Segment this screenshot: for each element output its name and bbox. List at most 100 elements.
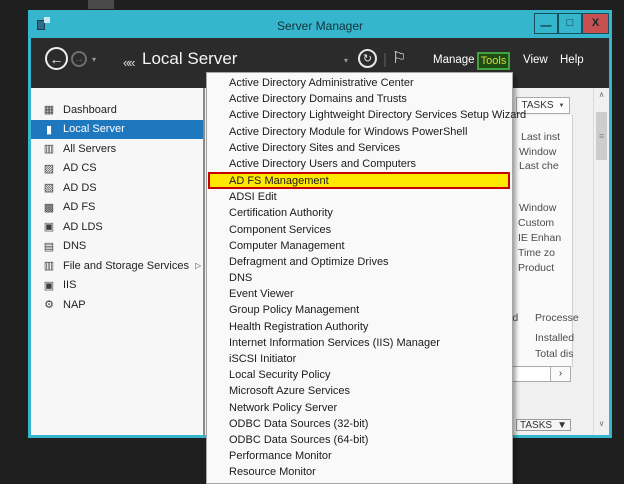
sidebar-item-label: AD CS (63, 162, 97, 174)
sidebar-item[interactable]: ▣ AD LDS (31, 217, 203, 237)
scrollbar-thumb[interactable]: ≡ (596, 112, 607, 160)
tools-menu-item[interactable]: Active Directory Sites and Services (207, 140, 512, 156)
all-servers-icon: ▥ (42, 142, 56, 155)
property-label-fragment: Product (518, 262, 554, 274)
sidebar-item-label: File and Storage Services (63, 260, 189, 272)
manage-menu[interactable]: Manage (433, 54, 475, 66)
sidebar-item[interactable]: ▩ AD FS (31, 198, 203, 218)
notifications-flag-icon[interactable]: ⚐ (392, 48, 406, 68)
property-label-fragment: Processe (535, 312, 579, 324)
tools-menu-item-label: Computer Management (229, 240, 345, 252)
pager-forward-button[interactable]: › (550, 367, 570, 381)
tools-menu-item[interactable]: AD FS Management (208, 172, 510, 189)
sidebar-item-label: NAP (63, 299, 86, 311)
tools-menu-item[interactable]: Resource Monitor (207, 464, 512, 480)
window-controls: — □ X (534, 13, 609, 35)
maximize-button[interactable]: □ (558, 13, 582, 34)
minimize-icon: — (541, 20, 552, 32)
tools-menu-item[interactable]: Certification Authority (207, 205, 512, 221)
sidebar-item[interactable]: ⚙ NAP (31, 295, 203, 315)
title-bar: Server Manager — □ X (31, 13, 609, 38)
tools-menu-item[interactable]: Group Policy Management (207, 302, 512, 318)
tools-menu-item[interactable]: Event Viewer (207, 286, 512, 302)
ad-fs-icon: ▩ (42, 201, 56, 214)
tools-menu-item[interactable]: Health Registration Authority (207, 319, 512, 335)
tools-menu-item-label: ODBC Data Sources (64-bit) (229, 434, 368, 446)
tools-menu-item-label: Defragment and Optimize Drives (229, 256, 389, 268)
tools-menu-item-label: Network Policy Server (229, 402, 337, 414)
background-taskbar-fragment (88, 0, 114, 9)
tools-menu-item-label: Event Viewer (229, 288, 294, 300)
sidebar-item[interactable]: ▦ Dashboard (31, 100, 203, 120)
close-button[interactable]: X (582, 13, 609, 34)
back-button[interactable]: ← (45, 47, 68, 70)
tools-menu-item-label: Health Registration Authority (229, 321, 368, 333)
tasks-label: TASKS (522, 100, 554, 111)
property-label-fragment: Time zo (518, 247, 555, 259)
tools-menu-item[interactable]: DNS (207, 270, 512, 286)
property-label-fragment: Installed (535, 332, 574, 344)
property-label-fragment: Window (519, 146, 556, 158)
property-label-fragment: Last che (519, 160, 559, 172)
tools-menu-button[interactable]: Tools (477, 52, 510, 70)
ad-lds-icon: ▣ (42, 220, 56, 233)
tools-menu-item[interactable]: Performance Monitor (207, 448, 512, 464)
ad-cs-icon: ▨ (42, 162, 56, 175)
tools-menu-item[interactable]: Internet Information Services (IIS) Mana… (207, 335, 512, 351)
tools-menu-item[interactable]: Active Directory Administrative Center (207, 75, 512, 91)
tools-menu-item-label: Internet Information Services (IIS) Mana… (229, 337, 440, 349)
sidebar-item[interactable]: ▤ DNS (31, 237, 203, 257)
tools-menu-item[interactable]: Local Security Policy (207, 367, 512, 383)
horizontal-pager: › (505, 366, 571, 382)
sidebar-item[interactable]: ▥ All Servers (31, 139, 203, 159)
tools-menu-item[interactable]: Microsoft Azure Services (207, 383, 512, 399)
tools-menu-item[interactable]: Computer Management (207, 238, 512, 254)
tools-menu-item-label: Resource Monitor (229, 466, 316, 478)
tools-menu-item[interactable]: Active Directory Lightweight Directory S… (207, 107, 512, 123)
tools-menu-item[interactable]: Component Services (207, 222, 512, 238)
tasks-dropdown-button-bottom[interactable]: TASKS ▼ (516, 419, 571, 431)
navbar-separator: | (383, 51, 387, 68)
tools-menu-item-label: Active Directory Administrative Center (229, 77, 414, 89)
dashboard-icon: ▦ (42, 103, 56, 116)
tasks-caret-icon: ▼ (559, 103, 565, 109)
scroll-up-icon[interactable]: ∧ (594, 88, 609, 102)
sidebar-item[interactable]: ▮ Local Server (31, 120, 203, 140)
refresh-button[interactable]: ↻ (358, 49, 377, 68)
sidebar-item[interactable]: ▥ File and Storage Services ▷ (31, 256, 203, 276)
tools-menu-item-label: Active Directory Users and Computers (229, 158, 416, 170)
server-manager-icon (36, 17, 50, 31)
location-dropdown-caret[interactable]: ▾ (344, 56, 348, 65)
view-menu[interactable]: View (523, 54, 548, 66)
iis-icon: ▣ (42, 279, 56, 292)
expand-arrow-icon[interactable]: ▷ (195, 261, 201, 270)
tools-menu-item[interactable]: iSCSI Initiator (207, 351, 512, 367)
tools-menu-item[interactable]: Active Directory Domains and Trusts (207, 91, 512, 107)
property-label-fragment: Custom (518, 217, 554, 229)
sidebar-item[interactable]: ▧ AD DS (31, 178, 203, 198)
sidebar-item-label: IIS (63, 279, 76, 291)
property-label-fragment: Window (519, 202, 556, 214)
vertical-scrollbar[interactable]: ∧ ≡ ∨ (593, 88, 609, 435)
tools-menu-item-label: Active Directory Domains and Trusts (229, 93, 407, 105)
tools-menu-item[interactable]: Active Directory Users and Computers (207, 156, 512, 172)
tools-menu-item[interactable]: ODBC Data Sources (64-bit) (207, 432, 512, 448)
scroll-down-icon[interactable]: ∨ (594, 417, 609, 431)
property-label-fragment: Last inst (521, 131, 560, 143)
local-server-icon: ▮ (42, 123, 56, 136)
forward-button[interactable]: → (71, 51, 87, 67)
tools-menu-item[interactable]: Defragment and Optimize Drives (207, 254, 512, 270)
tools-menu-item[interactable]: Network Policy Server (207, 400, 512, 416)
sidebar-item[interactable]: ▨ AD CS (31, 159, 203, 179)
sidebar-item[interactable]: ▣ IIS (31, 276, 203, 296)
help-menu[interactable]: Help (560, 54, 584, 66)
history-dropdown-caret[interactable]: ▾ (92, 55, 96, 64)
sidebar-item-label: All Servers (63, 143, 116, 155)
minimize-button[interactable]: — (534, 13, 558, 34)
tools-menu-item[interactable]: ADSI Edit (207, 189, 512, 205)
tools-menu-item[interactable]: Active Directory Module for Windows Powe… (207, 124, 512, 140)
tools-menu-item-label: Performance Monitor (229, 450, 332, 462)
tools-menu-item-label: ODBC Data Sources (32-bit) (229, 418, 368, 430)
breadcrumb-collapse-icon[interactable]: «« (123, 55, 133, 70)
tools-menu-item[interactable]: ODBC Data Sources (32-bit) (207, 416, 512, 432)
